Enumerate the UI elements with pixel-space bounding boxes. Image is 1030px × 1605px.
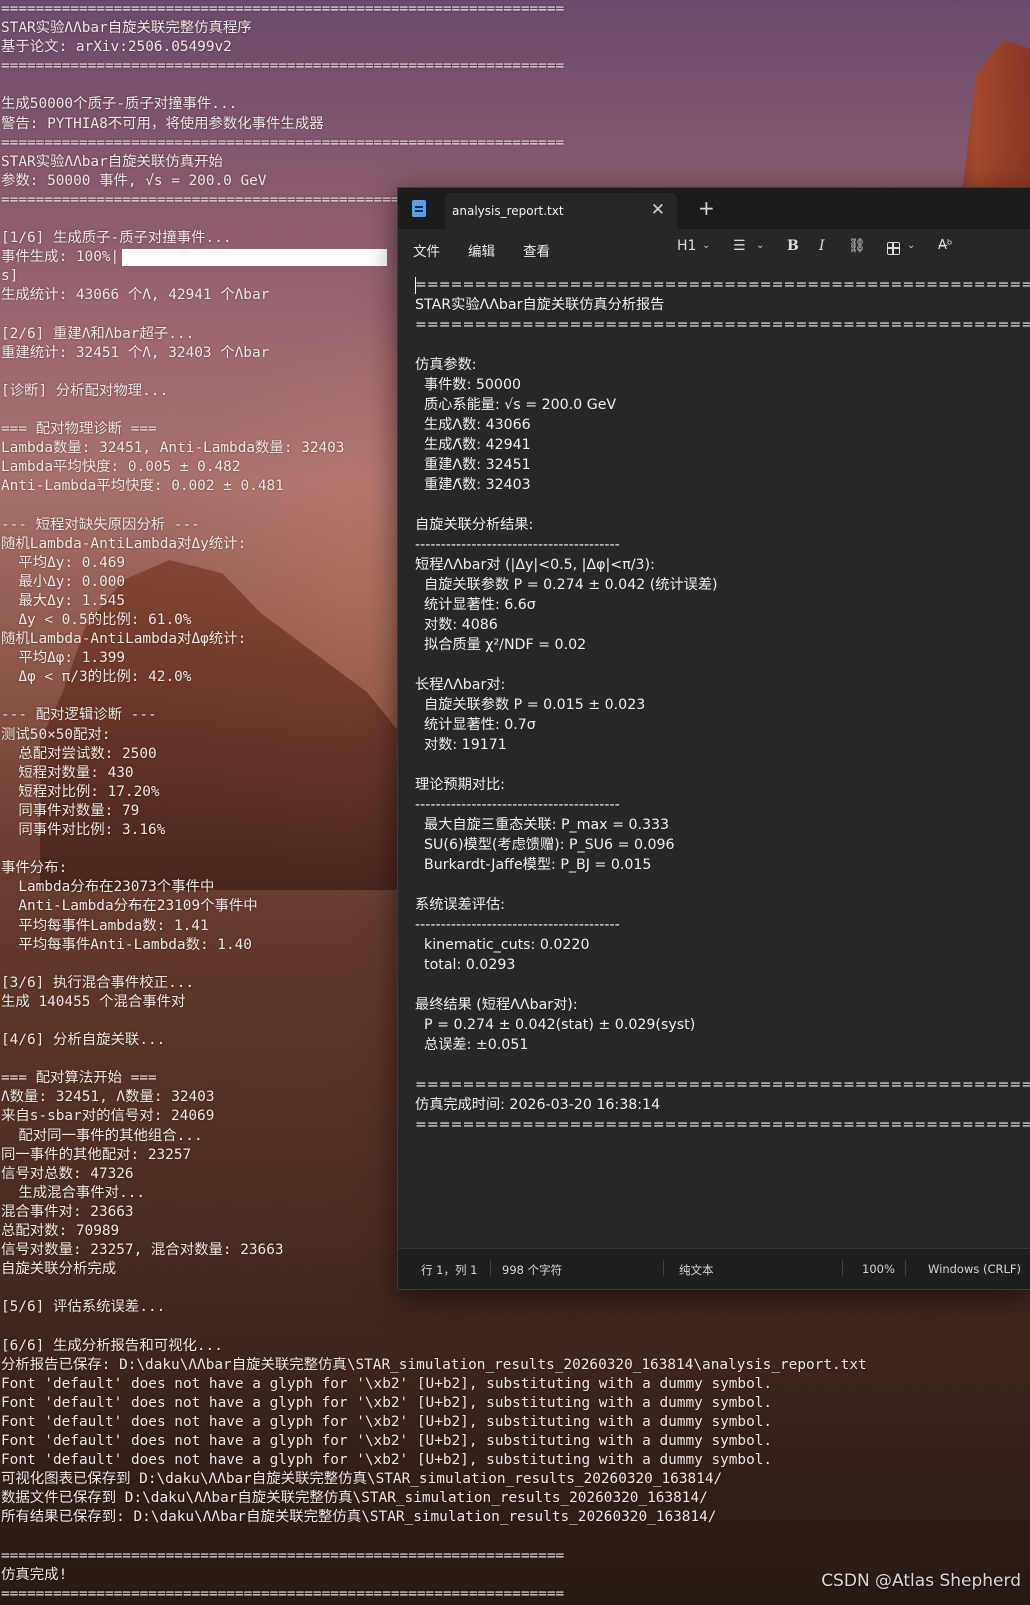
status-char-count: 998 个字符	[502, 1263, 563, 1277]
spellcheck-icon[interactable]: A̶ᵇ	[938, 238, 952, 253]
tab-title: analysis_report.txt	[452, 204, 564, 218]
status-format: 纯文本	[679, 1263, 714, 1277]
document-line: 统计显著性: 0.7σ	[415, 717, 536, 733]
document-line: 自旋关联分析结果:	[415, 517, 534, 533]
document-line: 重建Λ数: 32451	[415, 457, 531, 473]
link-icon[interactable]: ⛓	[848, 238, 866, 254]
notepad-window: analysis_report.txt ✕ + 文件 编辑 查看 H1 ⌄ ☰ …	[397, 187, 1030, 1290]
document-line: 事件数: 50000	[415, 377, 522, 393]
terminal-line: 可视化图表已保存到 D:\daku\ΛΛbar自旋关联完整仿真\STAR_sim…	[1, 1471, 723, 1488]
document-line: 短程ΛΛbar对 (|Δy|<0.5, |Δφ|<π/3):	[415, 557, 655, 573]
status-zoom[interactable]: 100%	[862, 1262, 895, 1276]
document-line: 对数: 19171	[415, 737, 507, 753]
document-line: kinematic_cuts: 0.0220	[415, 937, 590, 953]
document-line: total: 0.0293	[415, 957, 516, 973]
status-position: 行 1，列 1	[421, 1263, 478, 1277]
document-line: ========================================…	[415, 1117, 1030, 1133]
menu-edit[interactable]: 编辑	[468, 240, 495, 260]
menu-bar: 文件 编辑 查看 H1 ⌄ ☰ ⌄ B I ⛓ ⌄ A̶ᵇ	[398, 229, 1030, 267]
terminal-line: Font 'default' does not have a glyph for…	[1, 1375, 773, 1392]
document-line: 生成Λ̄数: 42941	[415, 437, 531, 453]
watermark: CSDN @Atlas Shepherd	[821, 1571, 1021, 1591]
document-line: 最终结果 (短程ΛΛbar对):	[415, 997, 578, 1013]
terminal-line: ========================================…	[1, 1547, 565, 1564]
document-line: 系统误差评估:	[415, 897, 505, 913]
document-line: 自旋关联参数 P = 0.274 ± 0.042 (统计误差)	[415, 577, 718, 593]
document-line: 质心系能量: √s = 200.0 GeV	[415, 397, 617, 413]
chevron-down-icon: ⌄	[907, 240, 916, 251]
document-line: ========================================…	[415, 1077, 1030, 1093]
document-line: 重建Λ̄数: 32403	[415, 477, 531, 493]
document-line: 生成Λ数: 43066	[415, 417, 531, 433]
tab-bar: analysis_report.txt ✕ +	[398, 188, 1030, 229]
terminal-line: 警告: PYTHIA8不可用，将使用参数化事件生成器	[1, 115, 324, 132]
document-line: 对数: 4086	[415, 617, 498, 633]
terminal-line: 所有结果已保存到: D:\daku\ΛΛbar自旋关联完整仿真\STAR_sim…	[1, 1509, 717, 1526]
document-line: 总误差: ±0.051	[415, 1037, 529, 1053]
terminal-line: 分析报告已保存: D:\daku\ΛΛbar自旋关联完整仿真\STAR_simu…	[1, 1356, 867, 1373]
terminal-line: Font 'default' does not have a glyph for…	[1, 1452, 773, 1469]
document-line: 仿真完成时间: 2026-03-20 16:38:14	[415, 1097, 661, 1113]
document-text[interactable]: ========================================…	[415, 275, 1030, 1135]
document-line: SU(6)模型(考虑馈赠): P_SU6 = 0.096	[415, 837, 675, 853]
terminal-line: 数据文件已保存到 D:\daku\ΛΛbar自旋关联完整仿真\STAR_simu…	[1, 1490, 708, 1507]
document-line: STAR实验ΛΛbar自旋关联仿真分析报告	[415, 297, 665, 313]
terminal-line: ========================================…	[1, 58, 565, 75]
document-line: 拟合质量 χ²/NDF = 0.02	[415, 637, 587, 653]
document-line: ========================================…	[415, 317, 1030, 333]
document-line: 最大自旋三重态关联: P_max = 0.333	[415, 817, 670, 833]
menu-file[interactable]: 文件	[413, 240, 440, 260]
document-line: 统计显著性: 6.6σ	[415, 597, 536, 613]
terminal-line: Font 'default' does not have a glyph for…	[1, 1433, 773, 1450]
document-line: 仿真参数:	[415, 357, 477, 373]
terminal-line: 基于论文: arXiv:2506.05499v2	[1, 39, 232, 56]
bold-icon[interactable]: B	[787, 238, 799, 254]
terminal-line: Font 'default' does not have a glyph for…	[1, 1394, 773, 1411]
terminal-line: [6/6] 生成分析报告和可视化...	[1, 1337, 223, 1354]
tab-analysis-report[interactable]: analysis_report.txt ✕	[445, 193, 677, 229]
bulleted-list-icon[interactable]: ☰	[733, 238, 746, 254]
terminal-line: ========================================…	[1, 134, 565, 151]
document-line: P = 0.274 ± 0.042(stat) ± 0.029(syst)	[415, 1017, 696, 1033]
status-line-ending: Windows (CRLF)	[928, 1262, 1022, 1276]
document-line: Burkardt-Jaffe模型: P_BJ = 0.015	[415, 857, 652, 873]
status-bar: 行 1，列 1 998 个字符 纯文本 100% Windows (CRLF)	[398, 1248, 1030, 1289]
document-line: ========================================…	[415, 277, 1030, 293]
italic-icon[interactable]: I	[819, 238, 825, 254]
heading-dropdown[interactable]: H1	[677, 238, 696, 254]
progress-bar	[122, 248, 388, 266]
document-line: ----------------------------------------	[415, 537, 620, 553]
terminal-line: STAR实验ΛΛbar自旋关联完整仿真程序	[1, 20, 252, 37]
terminal-line: [5/6] 评估系统误差...	[1, 1299, 166, 1316]
document-line: ----------------------------------------	[415, 797, 620, 813]
terminal-line: Font 'default' does not have a glyph for…	[1, 1413, 773, 1430]
progress-label: 事件生成: 100%|	[1, 249, 120, 266]
document-line: ----------------------------------------	[415, 917, 620, 933]
document-line: 理论预期对比:	[415, 777, 505, 793]
text-editor[interactable]: ========================================…	[398, 267, 1030, 1247]
chevron-down-icon: ⌄	[702, 240, 711, 251]
document-line: 长程ΛΛbar对:	[415, 677, 506, 693]
notepad-app-icon	[412, 200, 426, 217]
terminal-line: STAR实验ΛΛbar自旋关联仿真开始	[1, 153, 223, 170]
terminal-line: 生成50000个质子-质子对撞事件...	[1, 96, 238, 113]
document-line: 自旋关联参数 P = 0.015 ± 0.023	[415, 697, 646, 713]
chevron-down-icon: ⌄	[756, 240, 765, 251]
terminal-line: ========================================…	[1, 1, 565, 17]
table-icon[interactable]	[887, 242, 900, 255]
close-icon[interactable]: ✕	[651, 200, 665, 220]
plus-icon[interactable]: +	[698, 196, 715, 220]
progress-bar-fill	[122, 248, 388, 266]
menu-view[interactable]: 查看	[523, 240, 550, 260]
